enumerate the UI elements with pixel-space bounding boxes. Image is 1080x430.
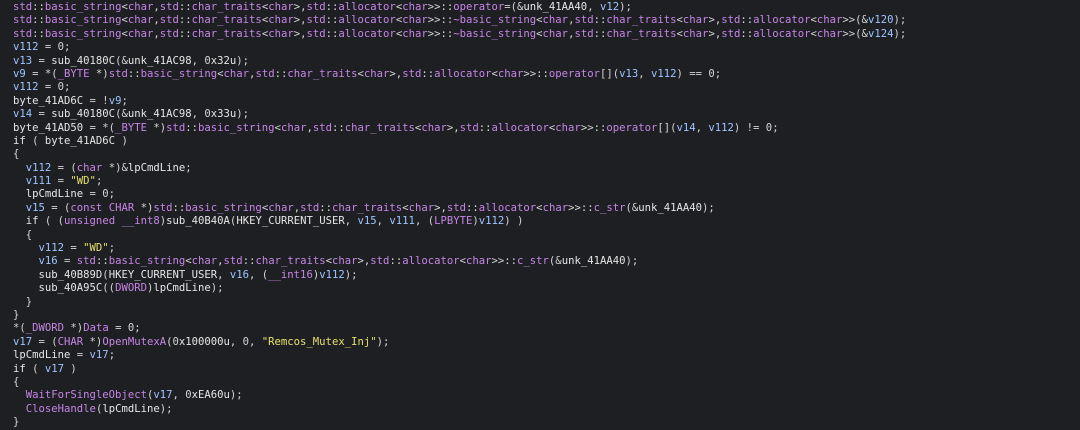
code-line[interactable]: if ( v17 ): [13, 363, 1080, 376]
code-line[interactable]: lpCmdLine = 0;: [13, 188, 1080, 201]
code-line[interactable]: *(_DWORD *)Data = 0;: [13, 322, 1080, 335]
code-line[interactable]: byte_41AD50 = *(_BYTE *)std::basic_strin…: [13, 122, 1080, 135]
code-line[interactable]: std::basic_string<char,std::char_traits<…: [13, 1, 1080, 14]
code-line[interactable]: v15 = (const CHAR *)std::basic_string<ch…: [13, 202, 1080, 215]
code-line[interactable]: lpCmdLine = v17;: [13, 349, 1080, 362]
code-line[interactable]: v112 = 0;: [13, 41, 1080, 54]
code-line[interactable]: std::basic_string<char,std::char_traits<…: [13, 14, 1080, 27]
code-line[interactable]: std::basic_string<char,std::char_traits<…: [13, 28, 1080, 41]
code-line[interactable]: }: [13, 416, 1080, 429]
code-line[interactable]: v112 = (char *)&lpCmdLine;: [13, 162, 1080, 175]
code-line[interactable]: }: [13, 296, 1080, 309]
code-line[interactable]: sub_40A95C((DWORD)lpCmdLine);: [13, 282, 1080, 295]
code-line[interactable]: v16 = std::basic_string<char,std::char_t…: [13, 255, 1080, 268]
code-line[interactable]: v111 = "WD";: [13, 175, 1080, 188]
code-line[interactable]: v112 = 0;: [13, 81, 1080, 94]
code-line[interactable]: CloseHandle(lpCmdLine);: [13, 403, 1080, 416]
code-line[interactable]: v14 = sub_40180C(&unk_41AC98, 0x33u);: [13, 108, 1080, 121]
code-line[interactable]: v17 = (CHAR *)OpenMutexA(0x100000u, 0, "…: [13, 336, 1080, 349]
code-line[interactable]: v112 = "WD";: [13, 242, 1080, 255]
code-line[interactable]: {: [13, 229, 1080, 242]
pseudocode-view[interactable]: std::basic_string<char,std::char_traits<…: [0, 0, 1080, 428]
code-line[interactable]: {: [13, 376, 1080, 389]
code-line[interactable]: v9 = *(_BYTE *)std::basic_string<char,st…: [13, 68, 1080, 81]
code-line[interactable]: v13 = sub_40180C(&unk_41AC98, 0x32u);: [13, 55, 1080, 68]
code-line[interactable]: {: [13, 148, 1080, 161]
code-line[interactable]: if ( byte_41AD6C ): [13, 135, 1080, 148]
code-line[interactable]: }: [13, 309, 1080, 322]
code-line[interactable]: byte_41AD6C = !v9;: [13, 95, 1080, 108]
code-line[interactable]: if ( (unsigned __int8)sub_40B40A(HKEY_CU…: [13, 215, 1080, 228]
code-line[interactable]: sub_40B89D(HKEY_CURRENT_USER, v16, (__in…: [13, 269, 1080, 282]
